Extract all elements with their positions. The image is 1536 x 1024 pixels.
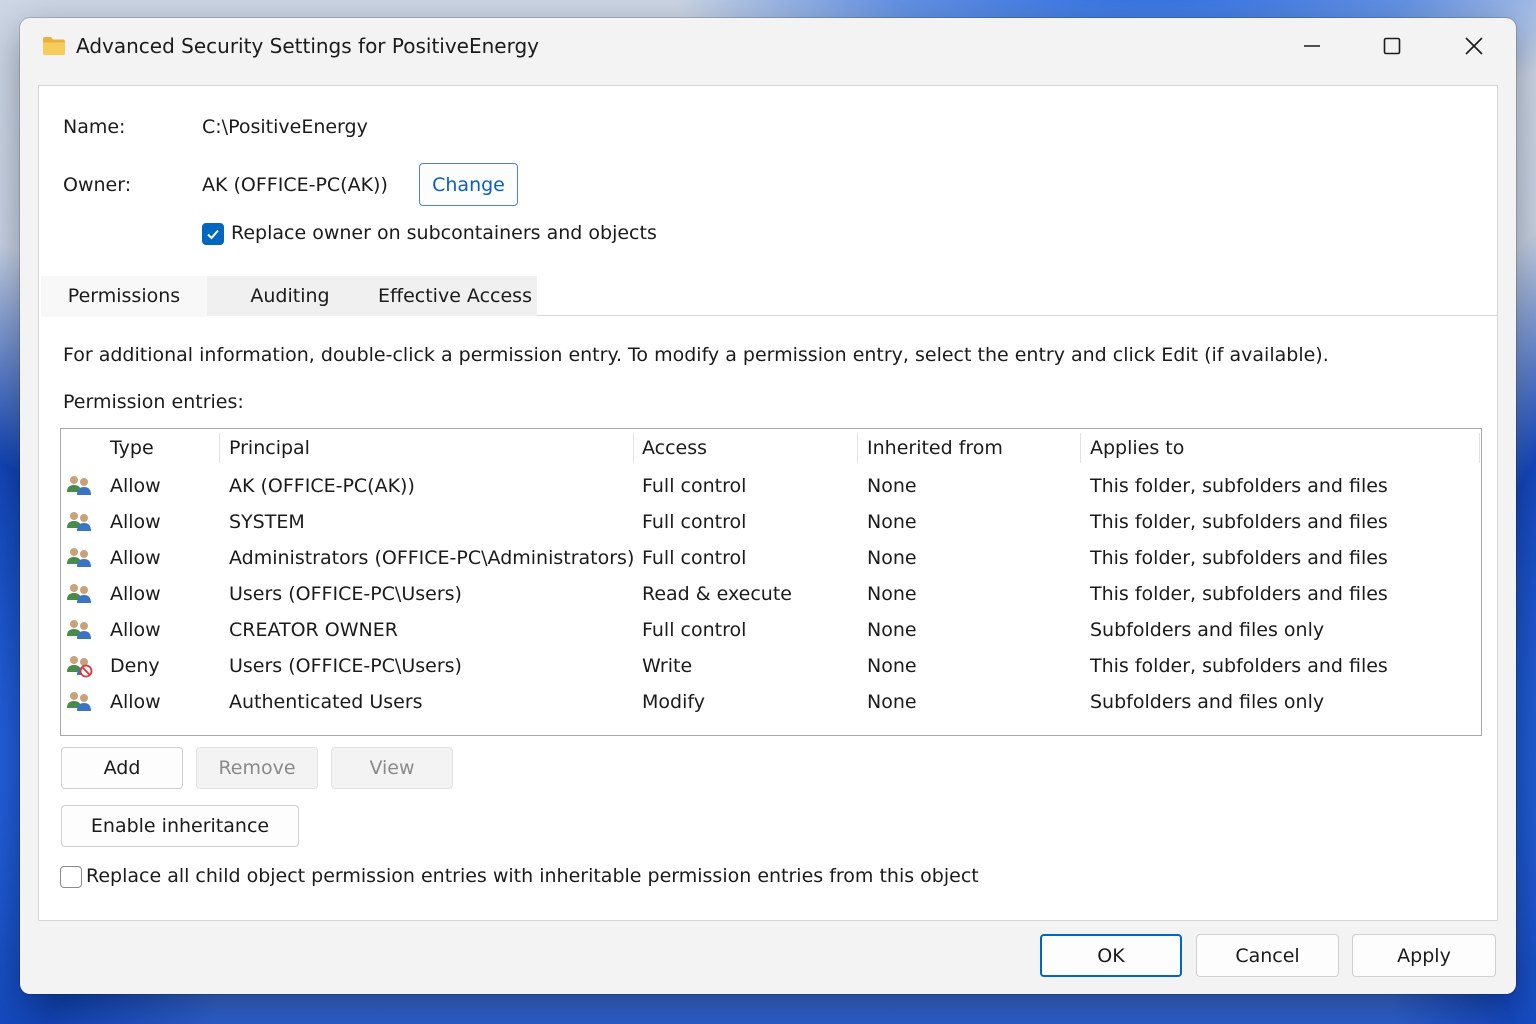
- cell-applies-to: This folder, subfolders and files: [1090, 547, 1388, 569]
- cell-inherited-from: None: [867, 619, 917, 641]
- cell-applies-to: Subfolders and files only: [1090, 619, 1325, 641]
- cell-inherited-from: None: [867, 655, 917, 677]
- close-icon: [1465, 37, 1483, 55]
- info-text: For additional information, double-click…: [63, 344, 1329, 366]
- maximize-icon: [1383, 37, 1401, 55]
- column-separator[interactable]: [1080, 433, 1081, 463]
- cell-inherited-from: None: [867, 691, 917, 713]
- table-row[interactable]: Allow Administrators (OFFICE-PC\Administ…: [61, 540, 1481, 576]
- cell-principal: AK (OFFICE-PC(AK)): [229, 475, 415, 497]
- cell-applies-to: This folder, subfolders and files: [1090, 583, 1388, 605]
- column-header-applies-to[interactable]: Applies to: [1090, 429, 1184, 467]
- list-header: Type Principal Access Inherited from App…: [61, 429, 1481, 467]
- table-row[interactable]: Allow Users (OFFICE-PC\Users) Read & exe…: [61, 576, 1481, 612]
- cell-principal: Administrators (OFFICE-PC\Administrators…: [229, 547, 635, 569]
- cell-access: Full control: [642, 547, 747, 569]
- advanced-security-dialog: Advanced Security Settings for PositiveE…: [20, 18, 1516, 994]
- replace-child-permissions-checkbox[interactable]: [60, 866, 82, 888]
- column-separator[interactable]: [857, 433, 858, 463]
- cell-type: Allow: [110, 475, 161, 497]
- cell-applies-to: This folder, subfolders and files: [1090, 475, 1388, 497]
- replace-owner-checkbox[interactable]: [202, 223, 224, 245]
- cell-inherited-from: None: [867, 511, 917, 533]
- cell-access: Full control: [642, 475, 747, 497]
- owner-label: Owner:: [63, 174, 132, 196]
- checkmark-icon: [207, 229, 219, 240]
- users-icon: [67, 584, 91, 603]
- table-row[interactable]: Allow AK (OFFICE-PC(AK)) Full control No…: [61, 468, 1481, 504]
- cell-applies-to: This folder, subfolders and files: [1090, 511, 1388, 533]
- cell-type: Allow: [110, 547, 161, 569]
- cell-principal: CREATOR OWNER: [229, 619, 398, 641]
- users-icon: [67, 476, 91, 495]
- minimize-icon: [1304, 45, 1320, 47]
- column-separator[interactable]: [1479, 433, 1480, 463]
- maximize-button[interactable]: [1352, 18, 1432, 74]
- column-separator[interactable]: [219, 433, 220, 463]
- view-button[interactable]: View: [331, 747, 453, 789]
- cell-principal: Users (OFFICE-PC\Users): [229, 655, 462, 677]
- users-icon: [67, 692, 91, 711]
- cell-inherited-from: None: [867, 547, 917, 569]
- folder-icon: [43, 37, 65, 55]
- users-icon: [67, 620, 91, 639]
- window-title: Advanced Security Settings for PositiveE…: [76, 34, 539, 58]
- cell-type: Allow: [110, 619, 161, 641]
- close-button[interactable]: [1434, 18, 1514, 74]
- users-icon: [67, 512, 91, 531]
- cell-type: Allow: [110, 511, 161, 533]
- column-header-principal[interactable]: Principal: [229, 429, 310, 467]
- column-separator[interactable]: [633, 433, 634, 463]
- cell-type: Deny: [110, 655, 160, 677]
- ok-button[interactable]: OK: [1040, 934, 1182, 977]
- change-owner-button[interactable]: Change: [419, 163, 518, 206]
- tab-auditing[interactable]: Auditing: [207, 276, 373, 316]
- users-icon: [67, 548, 91, 567]
- name-value: C:\PositiveEnergy: [202, 116, 368, 138]
- minimize-button[interactable]: [1272, 18, 1352, 74]
- owner-value: AK (OFFICE-PC(AK)): [202, 174, 388, 196]
- replace-owner-label[interactable]: Replace owner on subcontainers and objec…: [231, 222, 657, 244]
- cell-type: Allow: [110, 691, 161, 713]
- add-button[interactable]: Add: [61, 747, 183, 789]
- title-bar[interactable]: Advanced Security Settings for PositiveE…: [20, 18, 1516, 80]
- tab-strip: Permissions Auditing Effective Access: [41, 276, 1497, 317]
- cell-applies-to: Subfolders and files only: [1090, 691, 1325, 713]
- cell-access: Full control: [642, 511, 747, 533]
- permission-entries-list[interactable]: Type Principal Access Inherited from App…: [60, 428, 1482, 736]
- table-row[interactable]: Deny Users (OFFICE-PC\Users) Write None …: [61, 648, 1481, 684]
- cell-access: Full control: [642, 619, 747, 641]
- table-row[interactable]: Allow CREATOR OWNER Full control None Su…: [61, 612, 1481, 648]
- enable-inheritance-button[interactable]: Enable inheritance: [61, 805, 299, 847]
- table-row[interactable]: Allow SYSTEM Full control None This fold…: [61, 504, 1481, 540]
- column-header-access[interactable]: Access: [642, 429, 707, 467]
- tab-permissions[interactable]: Permissions: [41, 276, 207, 317]
- cell-principal: Authenticated Users: [229, 691, 423, 713]
- apply-button[interactable]: Apply: [1352, 934, 1496, 977]
- column-header-type[interactable]: Type: [110, 429, 154, 467]
- cell-principal: Users (OFFICE-PC\Users): [229, 583, 462, 605]
- cancel-button[interactable]: Cancel: [1196, 934, 1339, 977]
- cell-applies-to: This folder, subfolders and files: [1090, 655, 1388, 677]
- users-deny-icon: [67, 656, 93, 678]
- cell-access: Write: [642, 655, 693, 677]
- cell-type: Allow: [110, 583, 161, 605]
- cell-access: Modify: [642, 691, 705, 713]
- cell-access: Read & execute: [642, 583, 792, 605]
- name-label: Name:: [63, 116, 126, 138]
- cell-inherited-from: None: [867, 583, 917, 605]
- cell-principal: SYSTEM: [229, 511, 305, 533]
- cell-inherited-from: None: [867, 475, 917, 497]
- table-row[interactable]: Allow Authenticated Users Modify None Su…: [61, 684, 1481, 720]
- replace-child-permissions-label[interactable]: Replace all child object permission entr…: [86, 865, 979, 887]
- column-header-inherited-from[interactable]: Inherited from: [867, 429, 1003, 467]
- main-panel: Name: C:\PositiveEnergy Owner: AK (OFFIC…: [38, 85, 1498, 921]
- tab-effective-access[interactable]: Effective Access: [373, 276, 537, 316]
- remove-button[interactable]: Remove: [196, 747, 318, 789]
- permission-entries-label: Permission entries:: [63, 391, 244, 413]
